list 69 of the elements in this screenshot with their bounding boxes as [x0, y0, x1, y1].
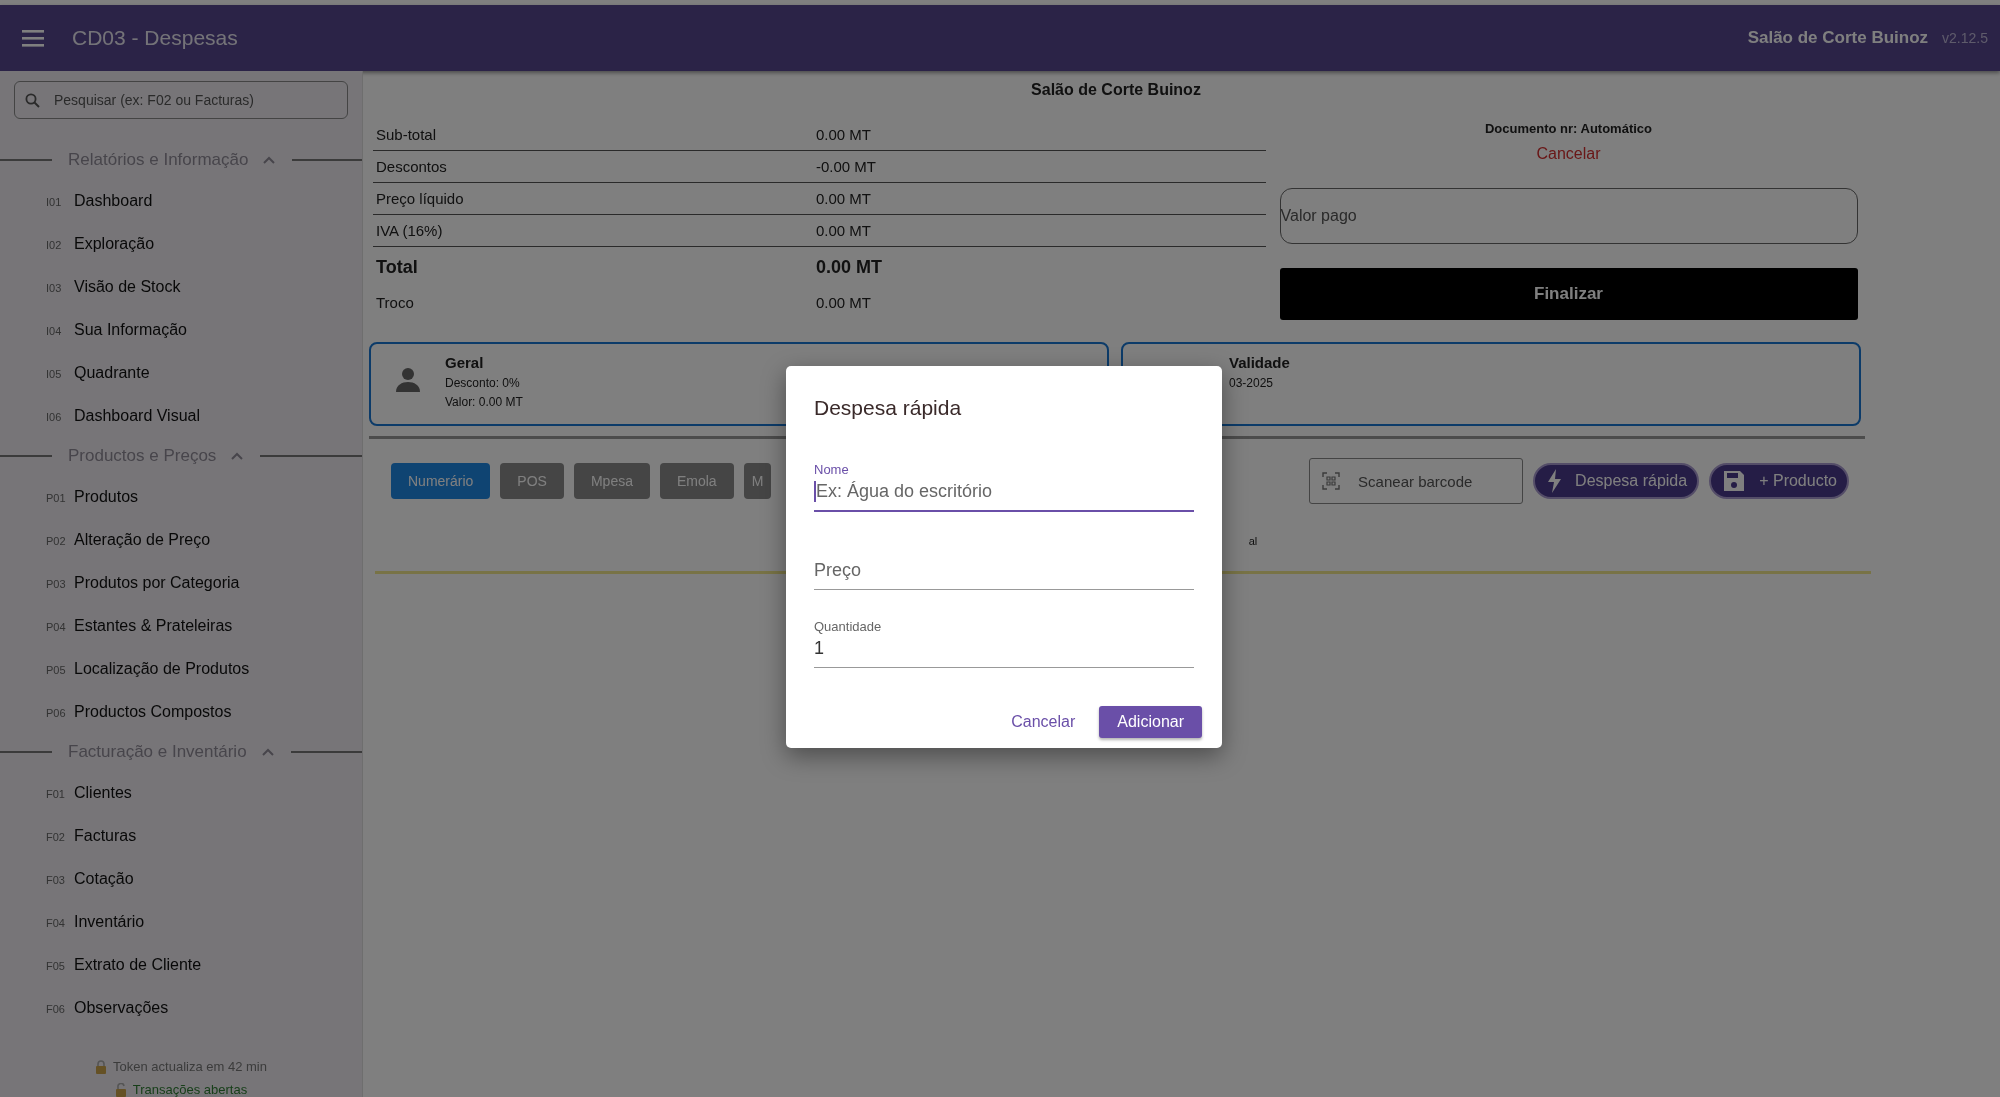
paid-amount-field[interactable]: Valor pago	[1279, 188, 1858, 244]
dialog-title: Despesa rápida	[814, 396, 963, 420]
text-field[interactable]: 1	[814, 638, 1194, 659]
nav-item[interactable]: F02 Facturas	[0, 815, 362, 858]
summary-value: 0.00 MT	[816, 294, 872, 311]
nav-item[interactable]: F05 Extrato de Cliente	[0, 944, 362, 987]
card-detail: 03-2025	[1229, 376, 1275, 390]
card-title: Geral	[445, 354, 485, 371]
nav-item[interactable]: P04 Estantes & Prateleiras	[0, 605, 362, 648]
text-field[interactable]: Ex: Água do escritório	[814, 481, 1196, 502]
card-detail: Valor: 0.00 MT	[445, 395, 523, 409]
field-label: Quantidade	[814, 619, 883, 634]
nav-item[interactable]: I03 Visão de Stock	[0, 266, 362, 309]
nav-item[interactable]: P06 Productos Compostos	[0, 691, 362, 734]
save-icon	[1723, 470, 1746, 492]
nav-item[interactable]: P02 Alteração de Preço	[0, 519, 362, 562]
nav-item[interactable]: F04 Inventário	[0, 901, 362, 944]
finish-button[interactable]: Finalizar	[1279, 268, 1858, 320]
search-field[interactable]: Pesquisar (ex: F02 ou Facturas)	[52, 91, 337, 109]
field-label: Nome	[814, 462, 850, 477]
add-product-button[interactable]: + Producto	[1709, 463, 1849, 499]
nav-item[interactable]: F01 Clientes	[0, 772, 362, 815]
payment-tab[interactable]: Numerário	[391, 463, 491, 499]
unlock-icon	[114, 1082, 127, 1097]
nav-item[interactable]: I06 Dashboard Visual	[0, 395, 362, 438]
summary-label: Troco	[376, 294, 415, 311]
nav-item[interactable]: P03 Produtos por Categoria	[0, 562, 362, 605]
nav-item[interactable]: I02 Exploração	[0, 223, 362, 266]
summary-value: 0.00 MT	[816, 222, 872, 239]
document-number: Documento nr: Automático	[1484, 121, 1653, 136]
card-title: Validade	[1229, 354, 1290, 371]
text-field[interactable]: Preço	[814, 560, 1194, 581]
quick-expense-button[interactable]: Despesa rápida	[1533, 463, 1700, 499]
nav-item[interactable]: I04 Sua Informação	[0, 309, 362, 352]
search-icon	[25, 92, 40, 108]
summary-label: Preço líquido	[376, 190, 465, 207]
person-icon	[395, 366, 421, 392]
page-title: CD03 - Despesas	[72, 26, 238, 50]
search-box[interactable]: Pesquisar (ex: F02 ou Facturas)	[14, 81, 348, 119]
summary-label: Descontos	[376, 158, 448, 175]
cancel-button[interactable]: Cancelar	[1005, 706, 1082, 738]
version-label: v2.12.5	[1942, 30, 1988, 46]
store-title: Salão de Corte Buinoz	[1030, 80, 1202, 100]
summary-label: IVA (16%)	[376, 222, 444, 239]
summary-value: -0.00 MT	[816, 158, 876, 175]
summary-label: Total	[376, 256, 419, 278]
token-status: Token actualiza em 42 min	[113, 1059, 267, 1074]
summary-value: 0.00 MT	[816, 256, 883, 278]
nav-item[interactable]: P01 Produtos	[0, 476, 362, 519]
summary-label: Sub-total	[376, 126, 438, 143]
lightning-icon	[1547, 469, 1562, 493]
summary-value: 0.00 MT	[816, 126, 872, 143]
panel-text: al	[1248, 535, 1258, 547]
barcode-scan-icon	[1322, 472, 1341, 490]
nav-item[interactable]: P05 Localização de Produtos	[0, 648, 362, 691]
nav-item[interactable]: F06 Observações	[0, 987, 362, 1030]
summary-value: 0.00 MT	[816, 190, 872, 207]
lock-icon	[95, 1059, 108, 1074]
cancel-link[interactable]: Cancelar	[1530, 144, 1607, 164]
transactions-status: Transações abertas	[132, 1082, 248, 1097]
scan-box[interactable]: Scanear barcode	[1309, 458, 1524, 504]
nav-item[interactable]: I05 Quadrante	[0, 352, 362, 395]
nav-item[interactable]: I01 Dashboard	[0, 180, 362, 223]
menu-icon[interactable]	[22, 29, 44, 47]
nav-item[interactable]: F03 Cotação	[0, 858, 362, 901]
scan-field[interactable]: Scanear barcode	[1356, 471, 1511, 491]
card-detail: Desconto: 0%	[445, 376, 521, 390]
add-button[interactable]: Adicionar	[1099, 706, 1202, 738]
company-name: Salão de Corte Buinoz	[1747, 28, 1929, 48]
